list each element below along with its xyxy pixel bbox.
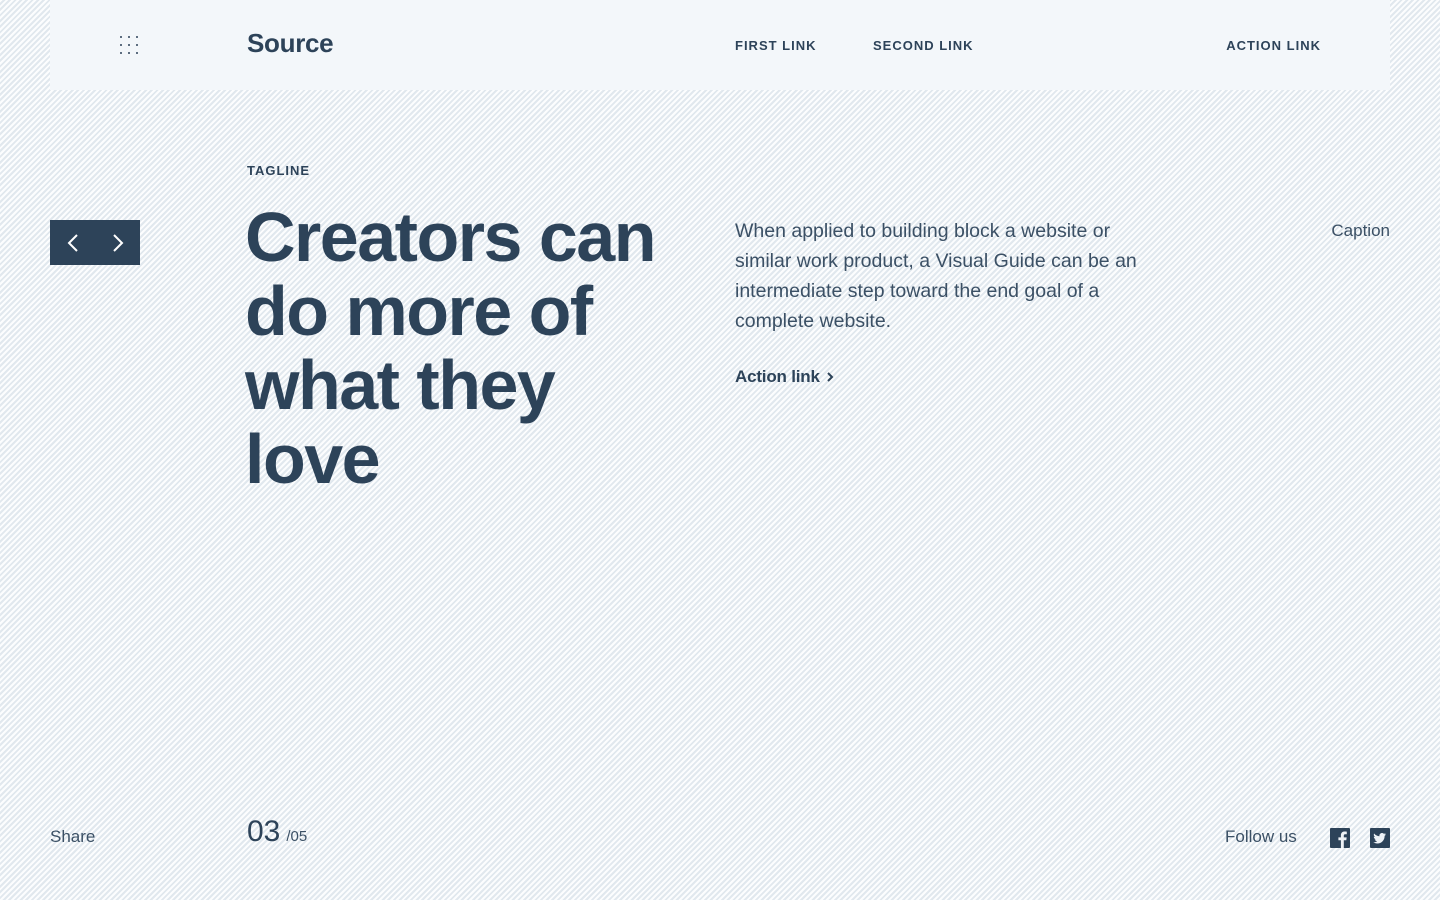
hero-caption: Caption: [1331, 221, 1390, 240]
slider-controls: [50, 220, 140, 265]
facebook-icon[interactable]: [1330, 828, 1350, 848]
hero-tagline: TAGLINE: [247, 163, 311, 178]
slider-next-button[interactable]: [95, 220, 140, 265]
pager-current: 03: [247, 815, 281, 848]
chevron-right-icon: [826, 372, 834, 382]
hero-action-link[interactable]: Action link: [735, 367, 834, 387]
nav-action-link[interactable]: ACTION LINK: [1226, 38, 1321, 53]
chevron-left-icon: [67, 233, 78, 252]
share-link[interactable]: Share: [50, 827, 95, 847]
hero-body-text: When applied to building block a website…: [735, 220, 1137, 332]
follow-us-label: Follow us: [1225, 827, 1297, 846]
grid-dots-icon[interactable]: [120, 36, 140, 56]
pager-total: /05: [286, 828, 308, 845]
nav-first-link[interactable]: FIRST LINK: [735, 38, 817, 53]
twitter-icon[interactable]: [1370, 828, 1390, 848]
site-logo[interactable]: Source: [247, 28, 334, 59]
top-navigation-bar: Source FIRST LINK SECOND LINK ACTION LIN…: [50, 0, 1390, 90]
hero-headline: Creators can do more of what they love: [245, 198, 656, 498]
nav-second-link[interactable]: SECOND LINK: [873, 38, 974, 53]
slide-pager: 03 /05: [247, 815, 307, 849]
slider-prev-button[interactable]: [50, 220, 95, 265]
action-link-label: Action link: [735, 367, 820, 386]
chevron-right-icon: [112, 233, 123, 252]
